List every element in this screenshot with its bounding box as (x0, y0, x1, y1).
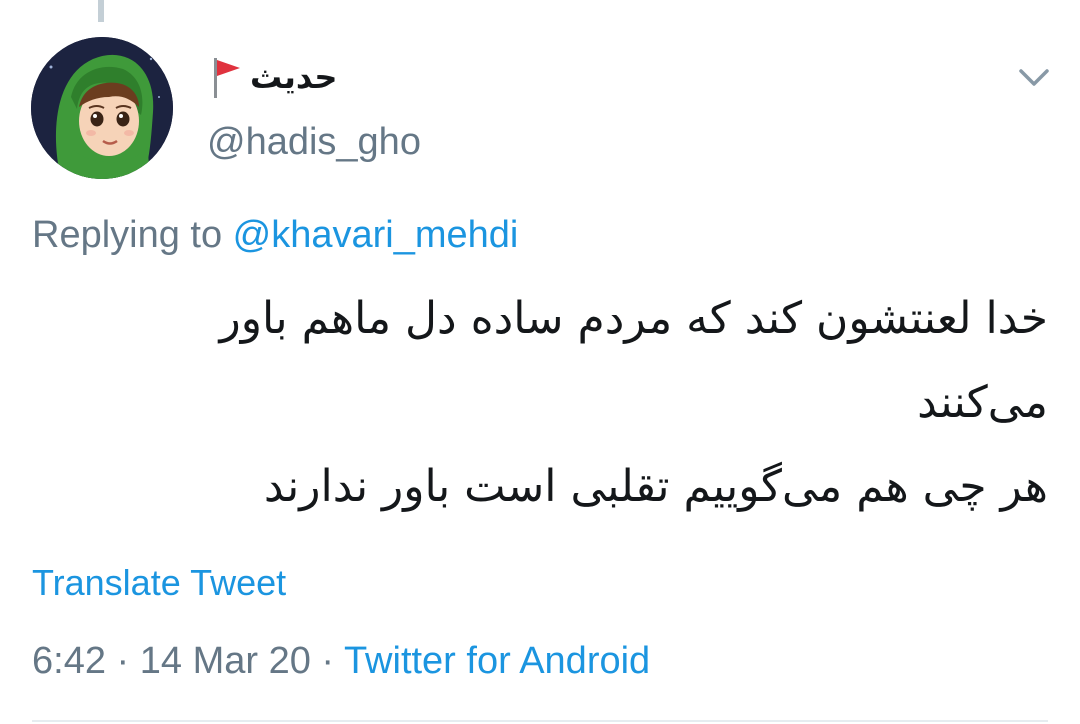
tweet-text: خدا لعنتشون کند که مردم ساده دل ماهم باو… (48, 277, 1048, 529)
translate-tweet-link[interactable]: Translate Tweet (32, 562, 286, 604)
avatar[interactable] (31, 37, 173, 179)
tweet-time[interactable]: 6:42 (32, 640, 106, 682)
tweet-text-line: هر چی هم می‌گوییم تقلبی است باور ندارند (263, 461, 1048, 512)
meta-separator: · (310, 640, 344, 682)
replying-to-line: Replying to @khavari_mehdi (32, 214, 518, 257)
tweet-meta: 6:42 · 14 Mar 20 · Twitter for Android (32, 640, 650, 683)
author-name-row[interactable]: حدیث (208, 52, 337, 102)
chevron-down-icon[interactable] (1016, 62, 1052, 92)
tweet-date[interactable]: 14 Mar 20 (140, 640, 311, 682)
reply-mention-link[interactable]: @khavari_mehdi (233, 214, 519, 256)
tweet-text-line: می‌کنند (917, 377, 1048, 428)
divider (32, 720, 1048, 722)
tweet-source-link[interactable]: Twitter for Android (344, 640, 650, 682)
author-handle[interactable]: @hadis_gho (207, 121, 421, 164)
thread-connector-line (98, 0, 104, 22)
tweet-text-line: خدا لعنتشون کند که مردم ساده دل ماهم باو… (219, 293, 1048, 344)
replying-to-label: Replying to (32, 214, 233, 256)
avatar-illustration (31, 37, 173, 179)
author-display-name: حدیث (250, 58, 338, 96)
triangular-flag-icon (208, 54, 244, 100)
meta-separator: · (105, 640, 140, 682)
tweet-card: حدیث @hadis_gho Replying to @khavari_meh… (0, 0, 1080, 724)
